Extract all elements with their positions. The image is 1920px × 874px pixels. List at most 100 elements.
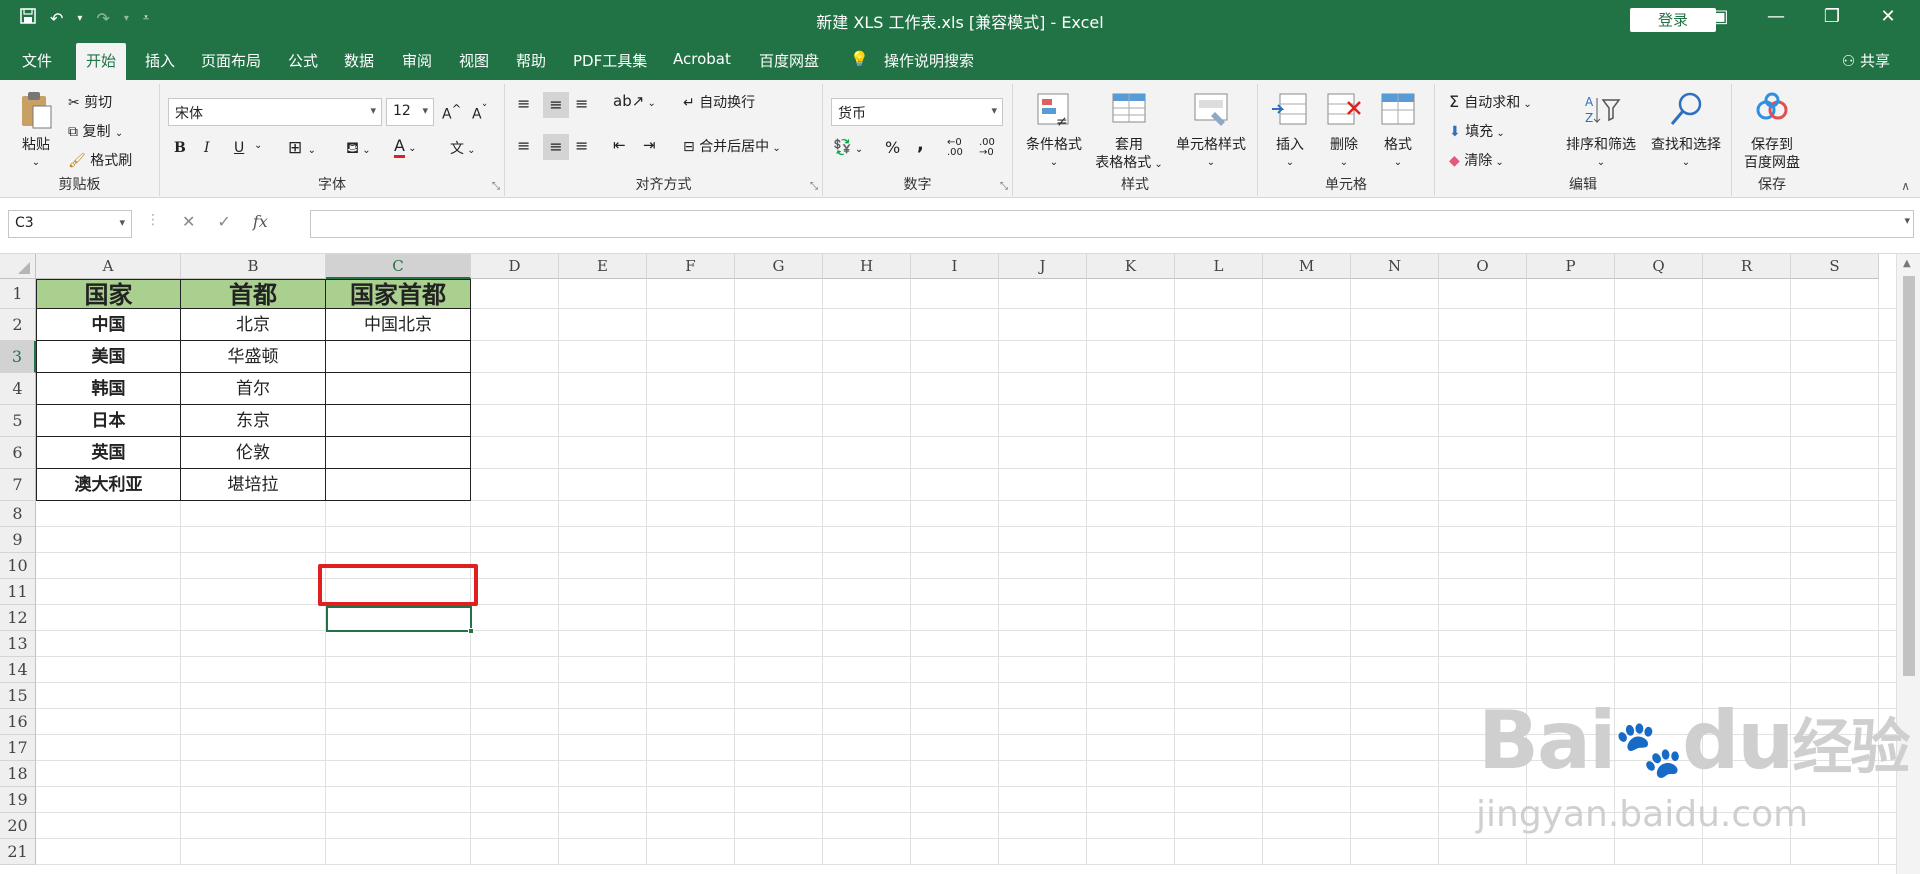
find-select-button[interactable]: 查找和选择 ⌄ — [1643, 90, 1729, 172]
table-cell[interactable]: 澳大利亚 — [36, 469, 181, 501]
table-cell[interactable]: 首尔 — [181, 373, 326, 405]
row-header-9[interactable]: 9 — [0, 527, 36, 553]
format-cells-button[interactable]: 格式 ⌄ — [1372, 90, 1424, 172]
clear-button[interactable]: ◆ 清除 ⌄ — [1449, 150, 1504, 170]
row-header-17[interactable]: 17 — [0, 735, 36, 761]
header-cell[interactable]: 国家首都 — [326, 279, 471, 309]
align-top-icon[interactable]: ≡ — [517, 94, 530, 113]
column-header-f[interactable]: F — [647, 254, 735, 279]
column-header-d[interactable]: D — [471, 254, 559, 279]
row-header-12[interactable]: 12 — [0, 605, 36, 631]
cell-styles-button[interactable]: 单元格样式 ⌄ — [1169, 90, 1253, 172]
italic-button[interactable]: I — [204, 140, 210, 156]
accounting-format-icon[interactable]: 💱 ⌄ — [833, 138, 863, 156]
align-right-icon[interactable]: ≡ — [575, 136, 588, 155]
row-header-3[interactable]: 3 — [0, 341, 36, 373]
row-header-18[interactable]: 18 — [0, 761, 36, 787]
fill-button[interactable]: ⬇ 填充 ⌄ — [1449, 121, 1505, 141]
sort-filter-button[interactable]: AZ 排序和筛选 ⌄ — [1561, 90, 1641, 172]
increase-indent-icon[interactable]: ⇥ — [643, 136, 656, 154]
decrease-font-size-icon[interactable]: Aˇ — [472, 102, 487, 123]
enter-icon[interactable]: ✓ — [217, 212, 230, 231]
row-header-11[interactable]: 11 — [0, 579, 36, 605]
column-header-r[interactable]: R — [1703, 254, 1791, 279]
phonetic-icon[interactable]: 文 ⌄ — [450, 138, 476, 158]
orientation-icon[interactable]: ab↗ ⌄ — [613, 92, 656, 110]
tab-baidu-netdisk[interactable]: 百度网盘 — [759, 50, 819, 71]
comma-button[interactable]: , — [917, 134, 924, 155]
column-header-j[interactable]: J — [999, 254, 1087, 279]
table-cell[interactable]: 中国 — [36, 309, 181, 341]
align-bottom-icon[interactable]: ≡ — [575, 94, 588, 113]
column-header-g[interactable]: G — [735, 254, 823, 279]
align-center-icon[interactable]: ≡ — [543, 134, 569, 160]
align-middle-icon[interactable]: ≡ — [543, 92, 569, 118]
minimize-icon[interactable]: — — [1756, 6, 1796, 27]
table-cell[interactable] — [326, 373, 471, 405]
formula-input[interactable] — [310, 210, 1914, 238]
increase-font-size-icon[interactable]: A^ — [442, 102, 461, 123]
insert-cells-button[interactable]: 插入 ⌄ — [1264, 90, 1316, 172]
column-header-m[interactable]: M — [1263, 254, 1351, 279]
wrap-text-button[interactable]: ↵ 自动换行 — [683, 92, 755, 112]
decrease-decimal-icon[interactable]: .00 →0 — [979, 138, 995, 158]
row-header-20[interactable]: 20 — [0, 813, 36, 839]
copy-button[interactable]: ⧉ 复制 ⌄ — [68, 121, 123, 141]
chevron-down-icon[interactable]: ⌄ — [254, 140, 262, 151]
expand-formula-bar-icon[interactable]: ▾ — [1904, 214, 1910, 227]
column-header-l[interactable]: L — [1175, 254, 1263, 279]
format-as-table-button[interactable]: 套用 表格格式 ⌄ — [1091, 90, 1167, 174]
column-header-k[interactable]: K — [1087, 254, 1175, 279]
close-icon[interactable]: ✕ — [1868, 6, 1908, 27]
table-cell[interactable] — [326, 341, 471, 373]
tab-formulas[interactable]: 公式 — [288, 50, 318, 71]
autosum-button[interactable]: Σ 自动求和 ⌄ — [1449, 92, 1532, 112]
header-cell[interactable]: 首都 — [181, 279, 326, 309]
row-header-5[interactable]: 5 — [0, 405, 36, 437]
row-header-7[interactable]: 7 — [0, 469, 36, 501]
table-cell[interactable]: 东京 — [181, 405, 326, 437]
column-header-h[interactable]: H — [823, 254, 911, 279]
table-cell[interactable]: 华盛顿 — [181, 341, 326, 373]
row-header-6[interactable]: 6 — [0, 437, 36, 469]
fill-handle[interactable] — [468, 628, 474, 634]
decrease-indent-icon[interactable]: ⇤ — [613, 136, 626, 154]
number-format-select[interactable]: 货币 ▾ — [831, 98, 1003, 126]
tab-review[interactable]: 审阅 — [402, 50, 432, 71]
font-color-icon[interactable]: A ⌄ — [394, 136, 417, 158]
header-cell[interactable]: 国家 — [36, 279, 181, 309]
row-header-15[interactable]: 15 — [0, 683, 36, 709]
font-name-select[interactable]: 宋体 ▾ — [168, 98, 382, 126]
column-header-p[interactable]: P — [1527, 254, 1615, 279]
row-header-21[interactable]: 21 — [0, 839, 36, 865]
column-header-n[interactable]: N — [1351, 254, 1439, 279]
name-box[interactable]: C3 ▾ — [8, 210, 132, 238]
align-left-icon[interactable]: ≡ — [517, 136, 530, 155]
conditional-format-button[interactable]: ≠ 条件格式 ⌄ — [1019, 90, 1089, 172]
table-cell[interactable]: 堪培拉 — [181, 469, 326, 501]
restore-icon[interactable]: ❐ — [1812, 6, 1852, 27]
column-header-i[interactable]: I — [911, 254, 999, 279]
row-header-8[interactable]: 8 — [0, 501, 36, 527]
column-header-a[interactable]: A — [36, 254, 181, 279]
collapse-ribbon-icon[interactable]: ∧ — [1901, 179, 1910, 193]
row-header-10[interactable]: 10 — [0, 553, 36, 579]
ribbon-display-options-icon[interactable]: ▣ — [1700, 6, 1740, 27]
dialog-launcher-icon[interactable]: ⤡ — [1000, 181, 1008, 192]
fill-color-icon[interactable]: ⛾ ⌄ — [346, 138, 371, 159]
table-cell[interactable]: 北京 — [181, 309, 326, 341]
cancel-icon[interactable]: ✕ — [182, 212, 195, 231]
select-all-button[interactable] — [0, 254, 36, 279]
table-cell[interactable]: 英国 — [36, 437, 181, 469]
table-cell[interactable]: 韩国 — [36, 373, 181, 405]
delete-cells-button[interactable]: 删除 ⌄ — [1318, 90, 1370, 172]
row-header-4[interactable]: 4 — [0, 373, 36, 405]
percent-button[interactable]: % — [885, 138, 900, 157]
column-header-e[interactable]: E — [559, 254, 647, 279]
tab-pdf-tools[interactable]: PDF工具集 — [573, 50, 647, 71]
row-header-13[interactable]: 13 — [0, 631, 36, 657]
table-cell[interactable]: 伦敦 — [181, 437, 326, 469]
tab-acrobat[interactable]: Acrobat — [673, 50, 731, 68]
dialog-launcher-icon[interactable]: ⤡ — [810, 181, 818, 192]
row-header-19[interactable]: 19 — [0, 787, 36, 813]
